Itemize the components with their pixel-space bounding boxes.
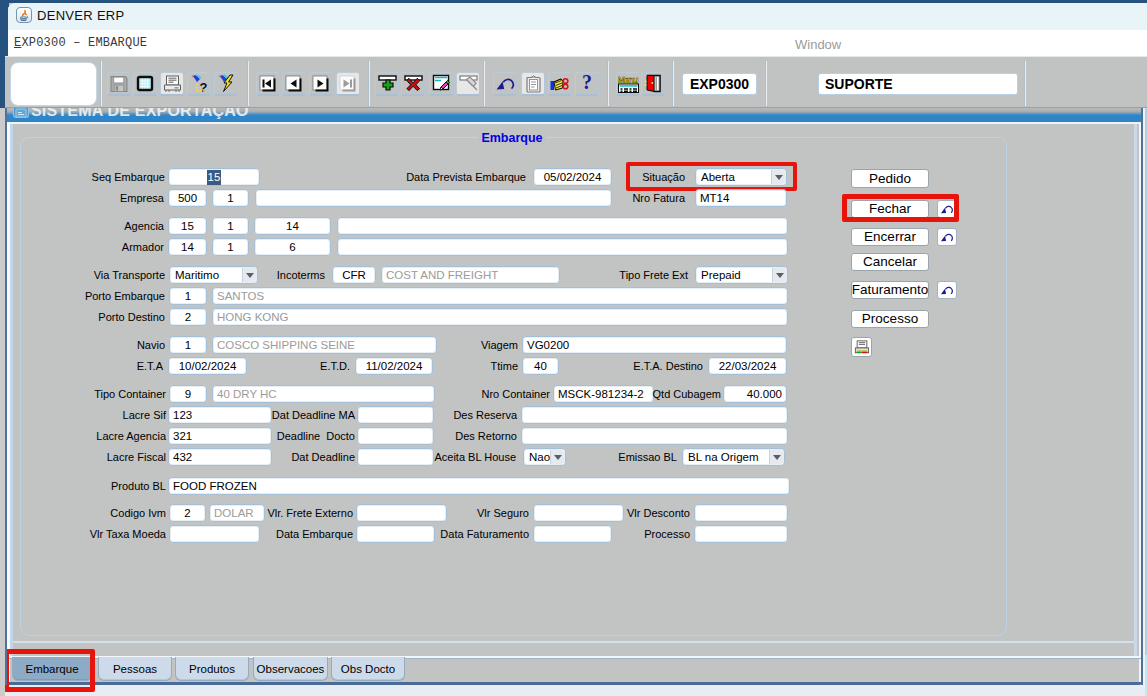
svg-text:Menu: Menu	[618, 74, 639, 85]
